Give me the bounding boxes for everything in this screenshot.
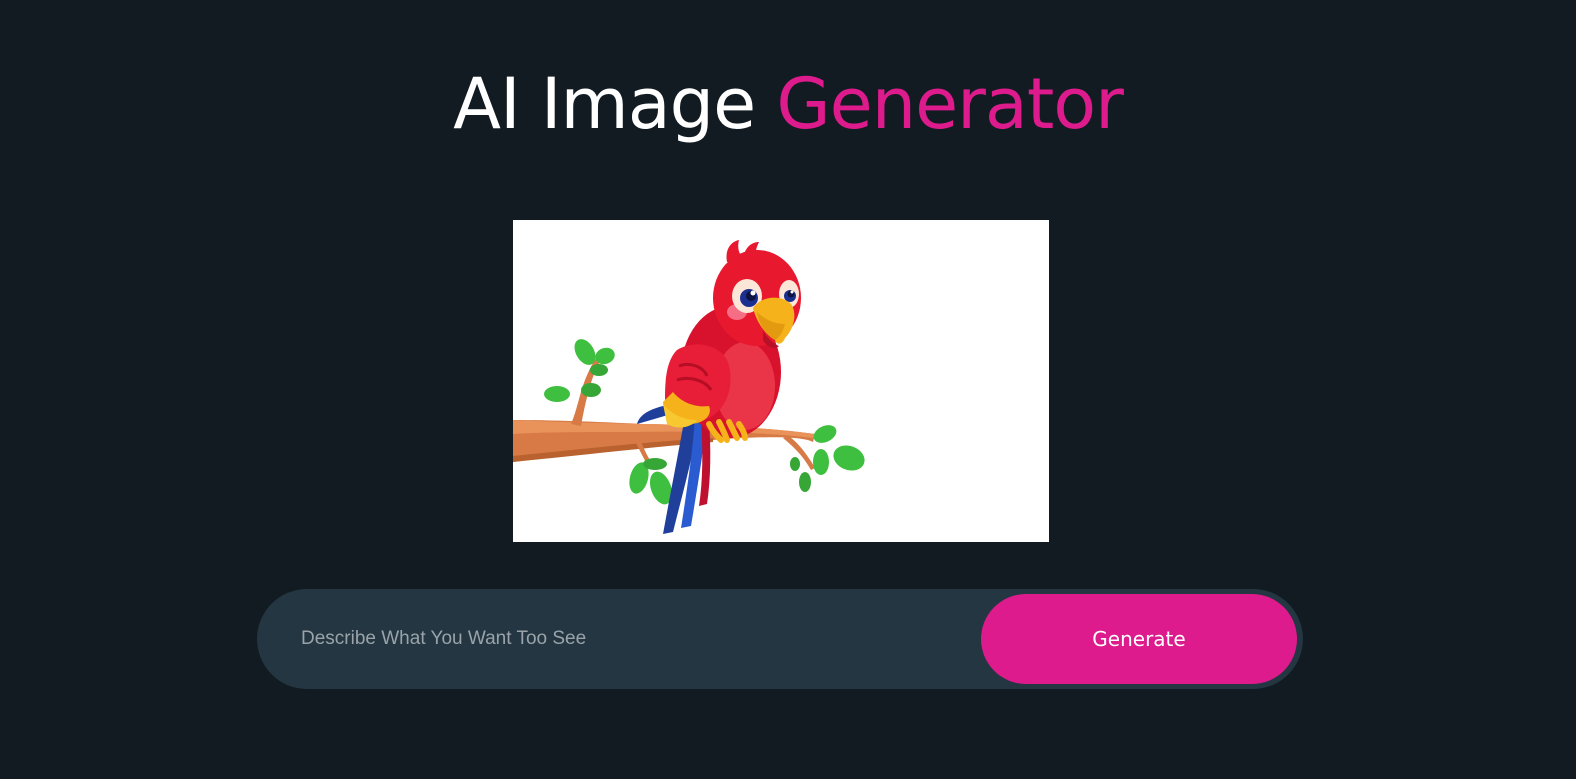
generated-image (513, 220, 1049, 542)
page-title-main: AI Image (453, 63, 756, 145)
page-title: AI Image Generator (0, 64, 1576, 144)
generate-button[interactable]: Generate (981, 594, 1297, 684)
parrot-illustration (513, 240, 865, 534)
prompt-input[interactable] (301, 615, 961, 663)
page-title-accent: Generator (776, 63, 1123, 145)
prompt-bar: Generate (257, 589, 1303, 689)
